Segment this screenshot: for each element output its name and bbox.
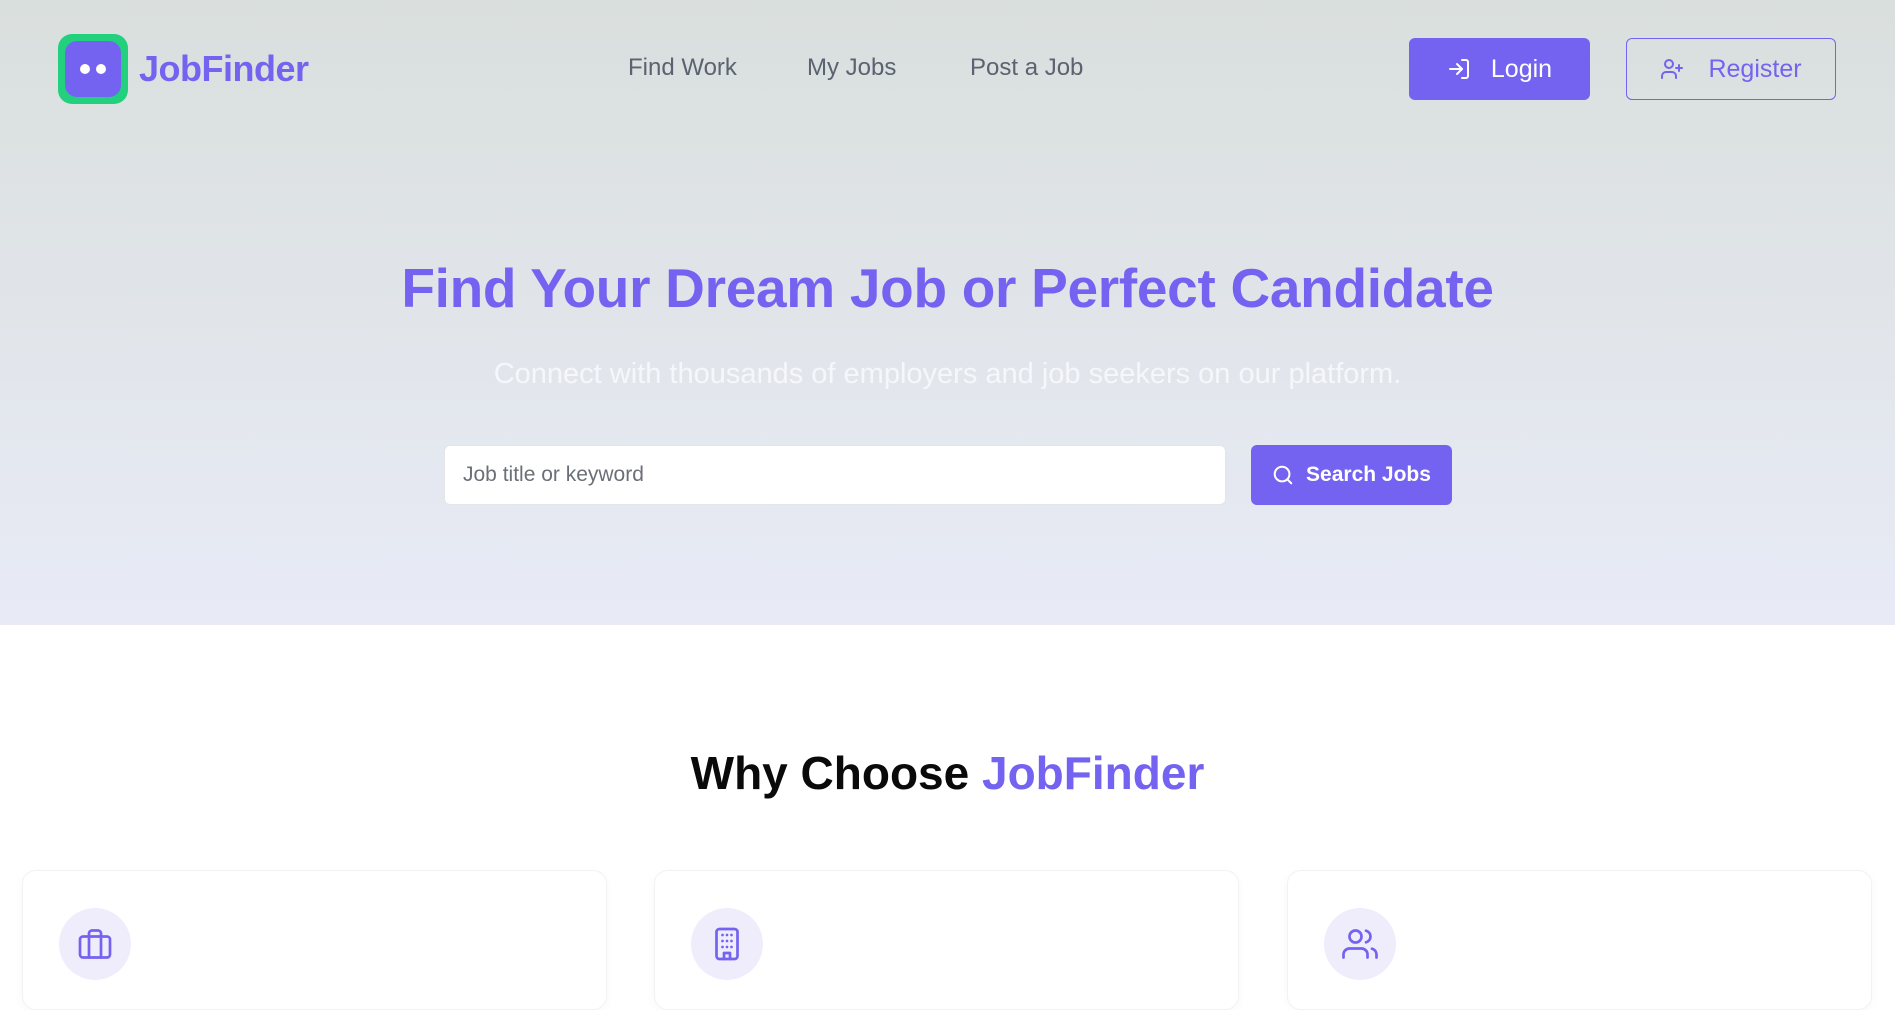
register-button[interactable]: Register (1626, 38, 1836, 100)
feature-card (654, 870, 1239, 1010)
building-icon (715, 927, 739, 961)
features-heading: Why Choose JobFinder (0, 746, 1895, 800)
features-heading-prefix: Why Choose (690, 747, 982, 799)
users-icon (1342, 929, 1378, 959)
search-icon (1273, 465, 1293, 485)
nav-find-work[interactable]: Find Work (628, 54, 737, 82)
login-icon (1448, 59, 1469, 79)
features-heading-accent: JobFinder (982, 747, 1205, 799)
hero-section: JobFinder Find Work My Jobs Post a Job L… (0, 0, 1895, 625)
login-button[interactable]: Login (1409, 38, 1590, 100)
search-jobs-button[interactable]: Search Jobs (1251, 445, 1452, 505)
feature-card (22, 870, 607, 1010)
search-jobs-label: Search Jobs (1306, 463, 1431, 486)
nav-my-jobs[interactable]: My Jobs (807, 54, 896, 82)
search-input[interactable] (444, 445, 1226, 505)
register-label: Register (1708, 54, 1802, 83)
feature-card (1287, 870, 1872, 1010)
briefcase-icon (78, 929, 112, 959)
user-plus-icon (1661, 59, 1684, 79)
hero-subtitle: Connect with thousands of employers and … (493, 358, 1402, 390)
hero-title: Find Your Dream Job or Perfect Candidate (401, 257, 1494, 319)
login-label: Login (1490, 54, 1553, 83)
feature-icon-wrap (1324, 908, 1396, 980)
main-nav: Find Work My Jobs Post a Job (0, 54, 1895, 86)
nav-post-job[interactable]: Post a Job (970, 54, 1083, 82)
feature-icon-wrap (59, 908, 131, 980)
feature-icon-wrap (691, 908, 763, 980)
